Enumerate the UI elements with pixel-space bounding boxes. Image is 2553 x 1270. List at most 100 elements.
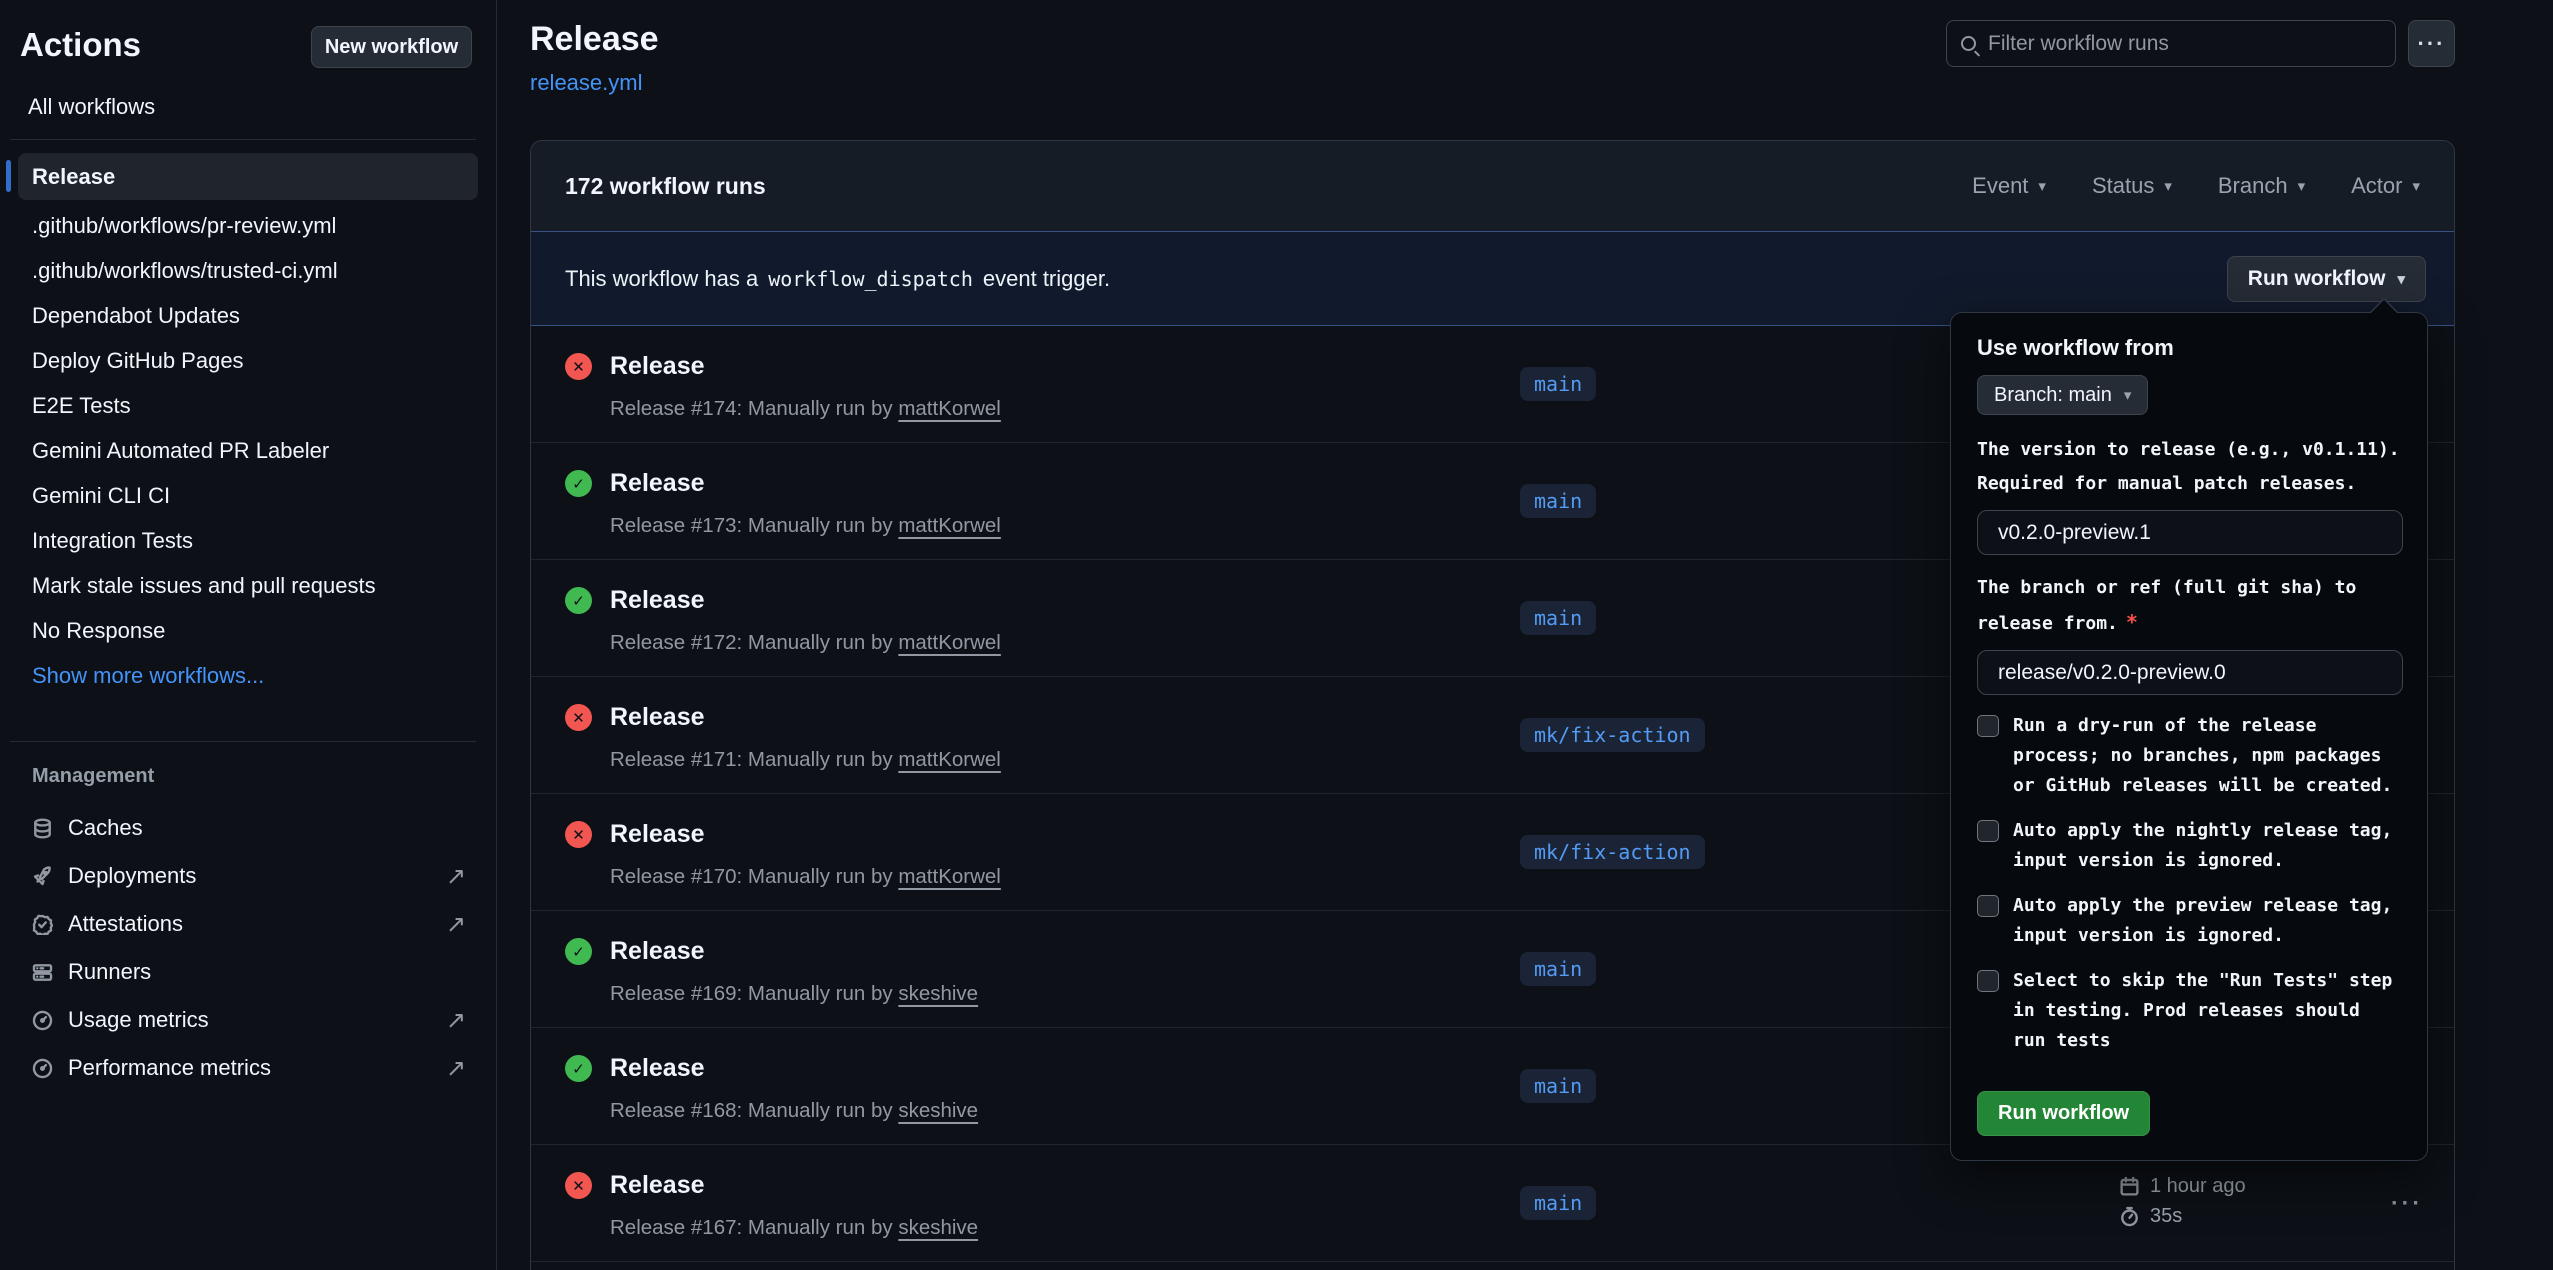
show-more-workflows-link[interactable]: Show more workflows...	[18, 653, 478, 698]
run-title-link[interactable]: Release	[610, 586, 705, 615]
branch-badge[interactable]: mk/fix-action	[1520, 835, 1705, 869]
run-title-link[interactable]: Release	[610, 352, 705, 381]
sidebar-item-runners[interactable]: Runners	[18, 948, 478, 996]
actor-link[interactable]: mattKorwel	[898, 865, 1001, 888]
actor-link[interactable]: mattKorwel	[898, 397, 1001, 420]
meter-icon	[32, 1058, 53, 1079]
management-label: Deployments	[68, 863, 196, 889]
new-workflow-button[interactable]: New workflow	[311, 26, 472, 68]
actor-link[interactable]: mattKorwel	[898, 748, 1001, 771]
sidebar-item-deployments[interactable]: Deployments ↗	[18, 852, 478, 900]
sidebar-item-trusted-ci[interactable]: .github/workflows/trusted-ci.yml	[18, 248, 478, 293]
runs-card-header: 172 workflow runs Event▾ Status▾ Branch▾…	[531, 141, 2454, 231]
dialog-caret	[2369, 298, 2399, 313]
run-title-link[interactable]: Release	[610, 1054, 705, 1083]
chevron-down-icon: ▾	[2124, 386, 2132, 404]
sidebar-item-gemini-pr-labeler[interactable]: Gemini Automated PR Labeler	[18, 428, 478, 473]
workflow-label: Integration Tests	[32, 528, 193, 554]
filter-status[interactable]: Status▾	[2092, 173, 2172, 199]
calendar-icon	[2119, 1176, 2140, 1197]
checkbox-label[interactable]: Auto apply the preview release tag, inpu…	[2013, 891, 2401, 951]
runs-count: 172 workflow runs	[565, 173, 766, 200]
branch-badge[interactable]: main	[1520, 1069, 1596, 1103]
ref-input[interactable]	[1977, 650, 2403, 695]
run-workflow-dropdown-button[interactable]: Run workflow ▾	[2227, 256, 2426, 302]
branch-badge[interactable]: main	[1520, 601, 1596, 635]
branch-badge[interactable]: main	[1520, 484, 1596, 518]
verified-icon	[32, 914, 53, 935]
run-title-link[interactable]: Release	[610, 469, 705, 498]
meter-icon	[32, 1010, 53, 1031]
branch-badge[interactable]: main	[1520, 952, 1596, 986]
branch-selector-button[interactable]: Branch: main ▾	[1977, 375, 2148, 415]
sidebar-divider	[10, 139, 476, 140]
filter-actor[interactable]: Actor▾	[2351, 173, 2420, 199]
search-input[interactable]	[1988, 32, 2381, 56]
workflow-label: Mark stale issues and pull requests	[32, 573, 376, 599]
sidebar-item-usage-metrics[interactable]: Usage metrics ↗	[18, 996, 478, 1044]
ref-input-description: The branch or ref (full git sha) to rele…	[1977, 571, 2425, 641]
chevron-down-icon: ▾	[2038, 177, 2046, 195]
nightly-tag-checkbox[interactable]	[1977, 820, 1999, 842]
version-input[interactable]	[1977, 510, 2403, 555]
run-time: 1 hour ago	[2150, 1175, 2246, 1198]
preview-tag-checkbox[interactable]	[1977, 895, 1999, 917]
workflow-label: .github/workflows/trusted-ci.yml	[32, 258, 338, 284]
workflow-label: No Response	[32, 618, 165, 644]
sidebar-item-performance-metrics[interactable]: Performance metrics ↗	[18, 1044, 478, 1092]
management-label: Usage metrics	[68, 1007, 209, 1033]
dialog-heading: Use workflow from	[1977, 335, 2401, 361]
actor-link[interactable]: skeshive	[898, 982, 978, 1005]
branch-badge[interactable]: main	[1520, 1186, 1596, 1220]
sidebar-item-e2e-tests[interactable]: E2E Tests	[18, 383, 478, 428]
branch-badge[interactable]: mk/fix-action	[1520, 718, 1705, 752]
sidebar-item-deploy-github-pages[interactable]: Deploy GitHub Pages	[18, 338, 478, 383]
external-link-icon: ↗	[446, 862, 466, 891]
version-input-description: The version to release (e.g., v0.1.11). …	[1977, 433, 2425, 501]
checkbox-label[interactable]: Auto apply the nightly release tag, inpu…	[2013, 816, 2401, 876]
chevron-down-icon: ▾	[2412, 177, 2420, 195]
sidebar-title: Actions	[20, 26, 141, 64]
run-title-link[interactable]: Release	[610, 937, 705, 966]
actor-link[interactable]: mattKorwel	[898, 631, 1001, 654]
sidebar-item-integration-tests[interactable]: Integration Tests	[18, 518, 478, 563]
run-title-link[interactable]: Release	[610, 820, 705, 849]
sidebar-item-attestations[interactable]: Attestations ↗	[18, 900, 478, 948]
run-workflow-submit-button[interactable]: Run workflow	[1977, 1091, 2150, 1136]
status-failure-icon: ✕	[565, 1172, 592, 1199]
workflow-run-row[interactable]: ✕Release Release #167: Manually run by s…	[531, 1145, 2454, 1262]
sidebar-item-dependabot-updates[interactable]: Dependabot Updates	[18, 293, 478, 338]
checkbox-label[interactable]: Select to skip the "Run Tests" step in t…	[2013, 966, 2401, 1056]
sidebar-item-caches[interactable]: Caches	[18, 804, 478, 852]
sidebar-item-release[interactable]: Release	[18, 153, 478, 200]
sidebar-item-gemini-cli-ci[interactable]: Gemini CLI CI	[18, 473, 478, 518]
workflow-file-link[interactable]: release.yml	[530, 70, 642, 96]
banner-text: This workflow has a workflow_dispatch ev…	[565, 266, 1110, 292]
actor-link[interactable]: skeshive	[898, 1216, 978, 1239]
workflow-label: E2E Tests	[32, 393, 131, 419]
run-options-kebab-button[interactable]: ···	[2383, 1182, 2431, 1225]
actor-link[interactable]: mattKorwel	[898, 514, 1001, 537]
rocket-icon	[32, 866, 53, 887]
branch-badge[interactable]: main	[1520, 367, 1596, 401]
all-workflows-link[interactable]: All workflows	[28, 94, 155, 120]
filter-workflow-runs-search[interactable]	[1946, 20, 2396, 67]
sidebar-item-mark-stale[interactable]: Mark stale issues and pull requests	[18, 563, 478, 608]
server-icon	[32, 962, 53, 983]
actor-link[interactable]: skeshive	[898, 1099, 978, 1122]
nightly-tag-option: Auto apply the nightly release tag, inpu…	[1977, 816, 2401, 876]
run-title-link[interactable]: Release	[610, 1171, 705, 1200]
filter-event[interactable]: Event▾	[1972, 173, 2046, 199]
required-marker: *	[2126, 610, 2138, 634]
dry-run-checkbox[interactable]	[1977, 715, 1999, 737]
sidebar-item-no-response[interactable]: No Response	[18, 608, 478, 653]
external-link-icon: ↗	[446, 910, 466, 939]
skip-tests-checkbox[interactable]	[1977, 970, 1999, 992]
sidebar-item-pr-review[interactable]: .github/workflows/pr-review.yml	[18, 203, 478, 248]
workflow-options-kebab-button[interactable]: ···	[2408, 20, 2455, 67]
filter-branch[interactable]: Branch▾	[2218, 173, 2305, 199]
status-success-icon: ✓	[565, 938, 592, 965]
checkbox-label[interactable]: Run a dry-run of the release process; no…	[2013, 711, 2401, 801]
management-section-label: Management	[32, 765, 154, 788]
run-title-link[interactable]: Release	[610, 703, 705, 732]
